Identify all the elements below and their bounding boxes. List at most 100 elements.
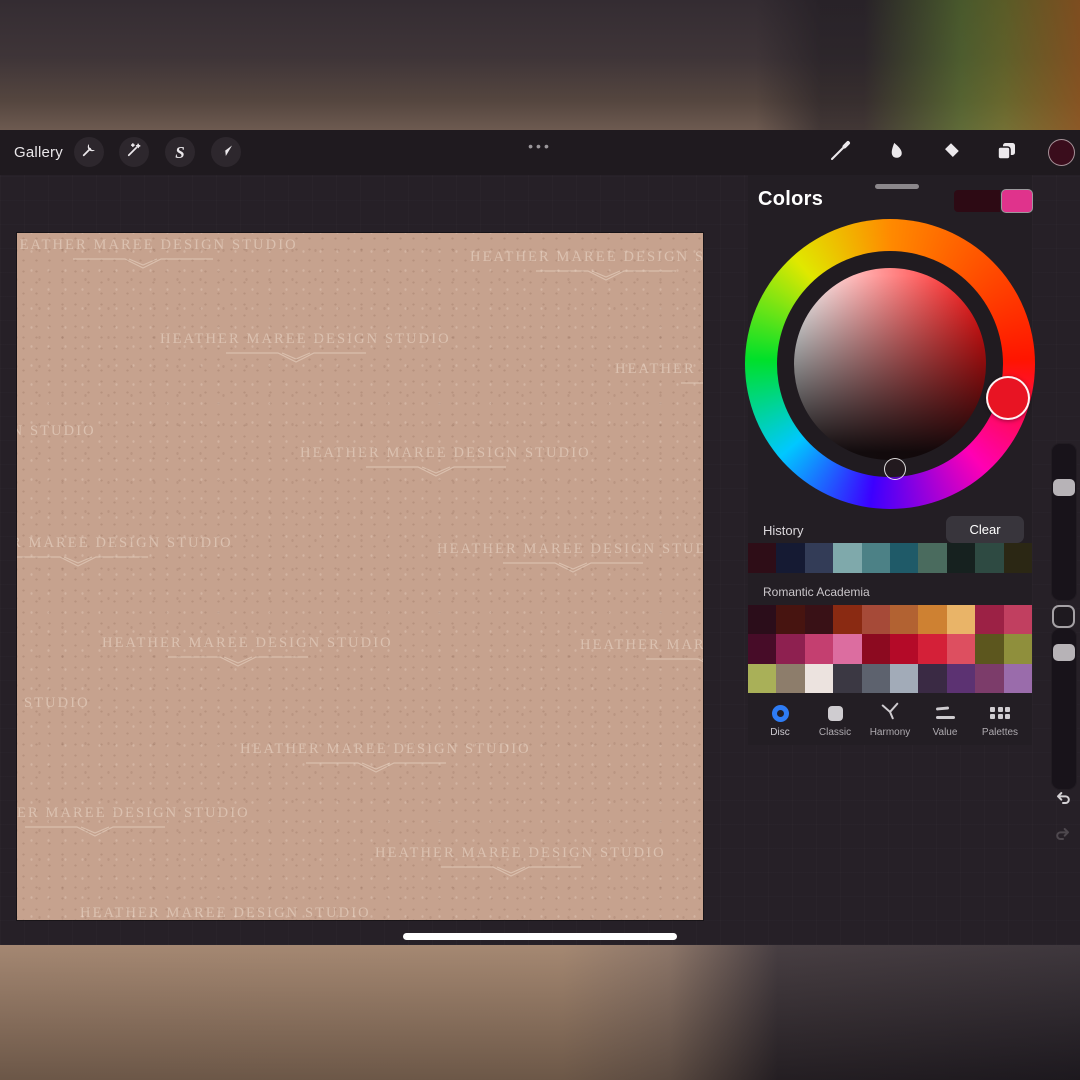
redo-button[interactable] (1050, 823, 1076, 849)
palette-swatch[interactable] (975, 664, 1003, 693)
palette-swatch[interactable] (805, 664, 833, 693)
history-swatch[interactable] (890, 543, 918, 573)
tab-value[interactable]: Value (919, 700, 971, 745)
canvas-watermark: HEATHER MAREE DESIGN STUDIO (375, 845, 647, 880)
eraser-tool-button[interactable] (936, 138, 966, 168)
saturation-selector-handle[interactable] (884, 458, 906, 480)
redo-icon (1053, 824, 1073, 849)
palette-swatch[interactable] (776, 605, 804, 634)
palette-swatch[interactable] (862, 605, 890, 634)
modify-button[interactable] (1052, 605, 1075, 628)
palette-swatch[interactable] (1004, 664, 1032, 693)
palette-swatch[interactable] (890, 605, 918, 634)
tab-classic[interactable]: Classic (809, 700, 861, 745)
color-mode-tabs: Disc Classic Harmony (748, 700, 1032, 745)
palette-swatch[interactable] (918, 664, 946, 693)
tab-palettes[interactable]: Palettes (974, 700, 1026, 745)
history-swatch[interactable] (947, 543, 975, 573)
workspace: HEATHER MAREE DESIGN STUDIO HEATHER MARE… (0, 175, 1080, 945)
brush-opacity-handle[interactable] (1053, 644, 1075, 661)
canvas-watermark: HEATHER MAREE DESIGN STUDIO (17, 695, 71, 730)
history-swatch[interactable] (805, 543, 833, 573)
panel-drag-handle[interactable] (875, 184, 919, 189)
smudge-finger-icon (884, 140, 906, 167)
palette-swatch[interactable] (833, 664, 861, 693)
palette-swatch[interactable] (862, 664, 890, 693)
tab-harmony[interactable]: Harmony (864, 700, 916, 745)
palette-swatch[interactable] (947, 634, 975, 663)
saturation-disc[interactable] (794, 268, 986, 460)
home-indicator[interactable] (403, 933, 677, 940)
canvas-watermark: HEATHER MAREE DESIGN STUDIO (17, 535, 214, 570)
canvas-watermark: HEATHER MAREE DESIGN STUDIO (17, 237, 279, 272)
canvas-watermark: HEATHER MAREE DESIGN STUDIO (580, 637, 703, 672)
blurred-background-bottom (0, 945, 1080, 1080)
palette-swatch[interactable] (947, 664, 975, 693)
drawing-canvas[interactable]: HEATHER MAREE DESIGN STUDIO HEATHER MARE… (17, 233, 703, 920)
canvas-watermark: HEATHER MAREE DESIGN STUDIO (470, 249, 703, 284)
tab-disc[interactable]: Disc (754, 700, 806, 745)
palette-swatch[interactable] (805, 605, 833, 634)
active-color-button[interactable] (1048, 139, 1075, 166)
brush-size-slider[interactable] (1051, 443, 1077, 601)
screen: Gallery S ••• (0, 0, 1080, 1080)
smudge-tool-button[interactable] (880, 138, 910, 168)
canvas-watermark: HEATHER MAREE DESIGN STUDIO (300, 445, 572, 480)
brush-opacity-slider[interactable] (1051, 628, 1077, 790)
palette-swatch[interactable] (975, 605, 1003, 634)
brush-size-handle[interactable] (1053, 479, 1075, 496)
harmony-icon (879, 701, 901, 726)
palette-swatch[interactable] (918, 605, 946, 634)
history-swatch[interactable] (748, 543, 776, 573)
palette-swatch[interactable] (833, 634, 861, 663)
palette-swatch[interactable] (748, 664, 776, 693)
history-swatch[interactable] (862, 543, 890, 573)
colors-panel: Colors History Clear (748, 175, 1032, 745)
history-label: History (763, 523, 803, 538)
palette-swatch[interactable] (1004, 605, 1032, 634)
multitask-menu-button[interactable]: ••• (0, 138, 1080, 154)
hue-selector-handle[interactable] (986, 376, 1030, 420)
palette-swatch[interactable] (890, 664, 918, 693)
history-swatch[interactable] (833, 543, 861, 573)
canvas-watermark: HEATHER MAREE DESIGN STUDIO (17, 423, 77, 458)
canvas-watermark: HEATHER MAREE DESIGN STUDIO (80, 905, 352, 920)
previous-color-swatch[interactable] (954, 190, 1000, 212)
disc-icon (772, 705, 789, 722)
classic-icon (828, 706, 843, 721)
history-swatch[interactable] (1004, 543, 1032, 573)
palette-grid (748, 605, 1032, 693)
brush-tool-button[interactable] (825, 138, 855, 168)
palette-swatch[interactable] (748, 634, 776, 663)
history-swatch[interactable] (918, 543, 946, 573)
canvas-watermark: HEATHER MAREE DESIGN STUDIO (160, 331, 432, 366)
value-icon (936, 707, 955, 718)
palette-swatch[interactable] (890, 634, 918, 663)
canvas-watermark: HEATHER MAREE DESIGN STUDIO (437, 541, 703, 576)
palettes-icon (990, 707, 1010, 720)
palette-swatch[interactable] (776, 634, 804, 663)
color-wheel[interactable] (745, 219, 1035, 509)
current-color-swatch[interactable] (1002, 190, 1032, 212)
palette-swatch[interactable] (975, 634, 1003, 663)
clear-history-button[interactable]: Clear (946, 516, 1024, 543)
palette-swatch[interactable] (1004, 634, 1032, 663)
palette-swatch[interactable] (748, 605, 776, 634)
history-swatch[interactable] (975, 543, 1003, 573)
layers-button[interactable] (991, 138, 1021, 168)
history-swatch-row (748, 543, 1032, 573)
panel-title: Colors (758, 188, 823, 211)
palette-swatch[interactable] (918, 634, 946, 663)
palette-name: Romantic Academia (763, 585, 870, 599)
history-swatch[interactable] (776, 543, 804, 573)
canvas-watermark: HEATHER MAREE DESIGN STUDIO (240, 741, 512, 776)
canvas-watermark: HEATHER MAREE DESIGN STUDIO (615, 361, 703, 396)
canvas-watermark: HEATHER MAREE DESIGN STUDIO (102, 635, 374, 670)
palette-swatch[interactable] (776, 664, 804, 693)
palette-swatch[interactable] (947, 605, 975, 634)
palette-swatch[interactable] (833, 605, 861, 634)
palette-swatch[interactable] (862, 634, 890, 663)
undo-button[interactable] (1050, 787, 1076, 813)
canvas-watermark: HEATHER MAREE DESIGN STUDIO (17, 805, 231, 840)
palette-swatch[interactable] (805, 634, 833, 663)
